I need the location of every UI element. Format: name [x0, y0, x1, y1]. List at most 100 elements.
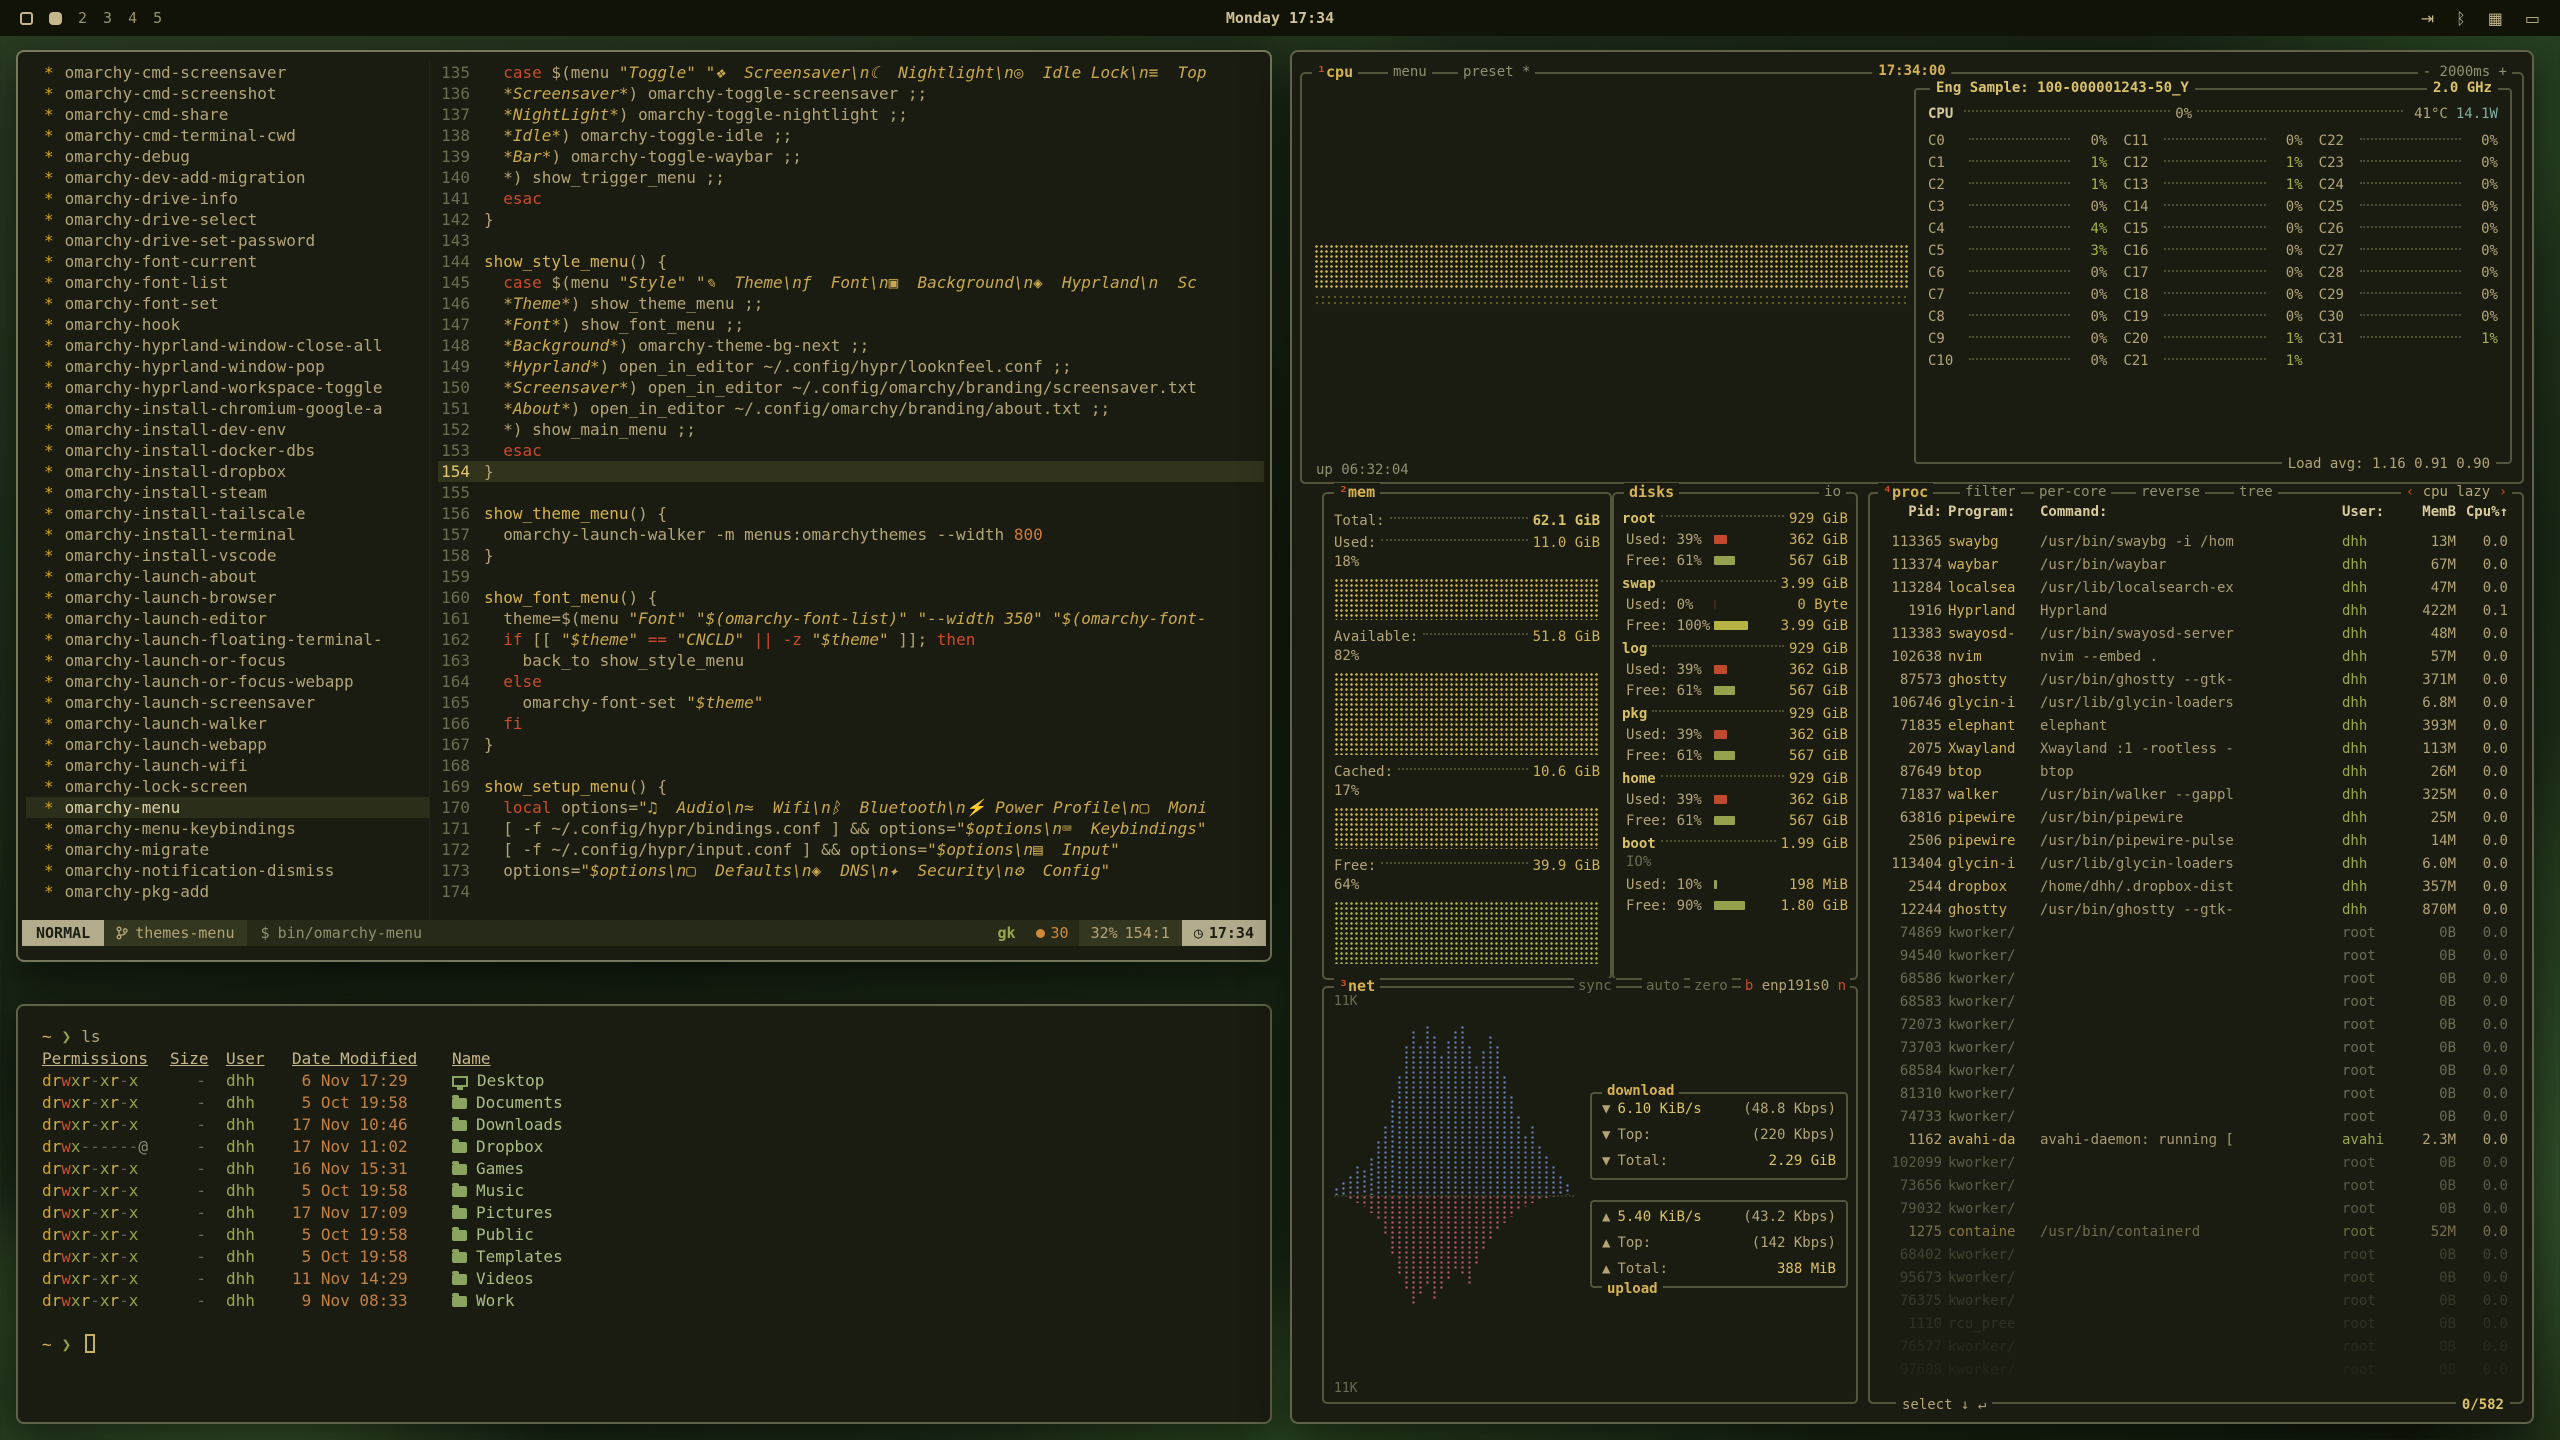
tree-item[interactable]: *omarchy-notification-dismiss — [26, 860, 429, 881]
bluetooth-icon[interactable]: ᛒ — [2456, 9, 2466, 28]
tree-item[interactable]: *omarchy-install-terminal — [26, 524, 429, 545]
tree-item[interactable]: *omarchy-install-dev-env — [26, 419, 429, 440]
terminal-window[interactable]: ~❯ls PermissionsSizeUserDate ModifiedNam… — [16, 1004, 1272, 1424]
tree-item[interactable]: *omarchy-launch-wifi — [26, 755, 429, 776]
process-row[interactable]: 1162avahi-daavahi-daemon: running [avahi… — [1880, 1128, 2508, 1151]
tree-item[interactable]: *omarchy-install-vscode — [26, 545, 429, 566]
tree-item[interactable]: *omarchy-migrate — [26, 839, 429, 860]
process-row[interactable]: 94540kworker/root0B0.0 — [1880, 944, 2508, 967]
process-row[interactable]: 76577kworker/root0B0.0 — [1880, 1335, 2508, 1358]
workspace-4[interactable]: 4 — [128, 9, 137, 27]
process-row[interactable]: 113383swayosd-/usr/bin/swayosd-serverdhh… — [1880, 622, 2508, 645]
process-row[interactable]: 2506pipewire/usr/bin/pipewire-pulsedhh14… — [1880, 829, 2508, 852]
process-row[interactable]: 113374waybar/usr/bin/waybardhh67M0.0 — [1880, 553, 2508, 576]
workspace-5[interactable]: 5 — [153, 9, 162, 27]
process-row[interactable]: 63816pipewire/usr/bin/pipewiredhh25M0.0 — [1880, 806, 2508, 829]
tree-item[interactable]: *omarchy-menu — [26, 797, 429, 818]
tree-item[interactable]: *omarchy-hyprland-window-close-all — [26, 335, 429, 356]
tree-item[interactable]: *omarchy-cmd-share — [26, 104, 429, 125]
prompt-line-empty[interactable]: ~❯ — [42, 1334, 1246, 1356]
tree-item[interactable]: *omarchy-font-set — [26, 293, 429, 314]
process-row[interactable]: 113284localsea/usr/lib/localsearch-exdhh… — [1880, 576, 2508, 599]
process-row[interactable]: 73703kworker/root0B0.0 — [1880, 1036, 2508, 1059]
tree-item[interactable]: *omarchy-drive-set-password — [26, 230, 429, 251]
proc-percore-button[interactable]: per-core — [2034, 484, 2111, 500]
tree-item[interactable]: *omarchy-lock-screen — [26, 776, 429, 797]
tree-item[interactable]: *omarchy-menu-keybindings — [26, 818, 429, 839]
tree-item[interactable]: *omarchy-install-tailscale — [26, 503, 429, 524]
process-row[interactable]: 76375kworker/root0B0.0 — [1880, 1289, 2508, 1312]
net-auto-toggle[interactable]: auto — [1642, 978, 1684, 994]
cast-icon[interactable]: ⇥ — [2421, 9, 2434, 28]
workspace-active-icon[interactable] — [49, 12, 62, 25]
tree-item[interactable]: *omarchy-hook — [26, 314, 429, 335]
tree-item[interactable]: *omarchy-launch-editor — [26, 608, 429, 629]
process-row[interactable]: 87573ghostty/usr/bin/ghostty --gtk-dhh37… — [1880, 668, 2508, 691]
process-row[interactable]: 87649btopbtopdhh26M0.0 — [1880, 760, 2508, 783]
io-toggle[interactable]: io — [1819, 484, 1846, 500]
process-row[interactable]: 102638nvimnvim --embed .dhh57M0.0 — [1880, 645, 2508, 668]
tree-item[interactable]: *omarchy-launch-screensaver — [26, 692, 429, 713]
proc-header-row[interactable]: Pid: Program: Command: User: MemB Cpu%↑ — [1880, 504, 2508, 520]
proc-select-hint[interactable]: select ↓ ↵ — [1896, 1397, 1992, 1413]
tree-item[interactable]: *omarchy-install-steam — [26, 482, 429, 503]
tree-item[interactable]: *omarchy-launch-walker — [26, 713, 429, 734]
process-row[interactable]: 68584kworker/root0B0.0 — [1880, 1059, 2508, 1082]
proc-sort-mode[interactable]: ‹ cpu lazy › — [2401, 484, 2512, 500]
tree-item[interactable]: *omarchy-drive-info — [26, 188, 429, 209]
tree-item[interactable]: *omarchy-launch-floating-terminal- — [26, 629, 429, 650]
tree-item[interactable]: *omarchy-cmd-terminal-cwd — [26, 125, 429, 146]
proc-tree-button[interactable]: tree — [2234, 484, 2278, 500]
tree-item[interactable]: *omarchy-launch-or-focus-webapp — [26, 671, 429, 692]
process-row[interactable]: 95673kworker/root0B0.0 — [1880, 1266, 2508, 1289]
workspace-3[interactable]: 3 — [103, 9, 112, 27]
proc-reverse-button[interactable]: reverse — [2136, 484, 2205, 500]
proc-filter-button[interactable]: filter — [1960, 484, 2021, 500]
stats-icon[interactable]: ▦ — [2488, 9, 2503, 28]
file-tree[interactable]: *omarchy-cmd-screensaver*omarchy-cmd-scr… — [26, 62, 430, 920]
tree-item[interactable]: *omarchy-hyprland-workspace-toggle — [26, 377, 429, 398]
cpu-menu-button[interactable]: menu — [1388, 64, 1432, 80]
process-row[interactable]: 71837walker/usr/bin/walker --gappldhh325… — [1880, 783, 2508, 806]
process-row[interactable]: 97608kworker/root0B0.0 — [1880, 1358, 2508, 1381]
process-row[interactable]: 113365swaybg/usr/bin/swaybg -i /homdhh13… — [1880, 530, 2508, 553]
battery-icon[interactable]: ▭ — [2525, 9, 2540, 28]
process-row[interactable]: 81310kworker/root0B0.0 — [1880, 1082, 2508, 1105]
net-zero-toggle[interactable]: zero — [1690, 978, 1732, 994]
process-row[interactable]: 2544dropbox/home/dhh/.dropbox-distdhh357… — [1880, 875, 2508, 898]
tree-item[interactable]: *omarchy-drive-select — [26, 209, 429, 230]
workspace-2[interactable]: 2 — [78, 9, 87, 27]
process-row[interactable]: 68402kworker/root0B0.0 — [1880, 1243, 2508, 1266]
tree-item[interactable]: *omarchy-pkg-add — [26, 881, 429, 902]
net-sync-toggle[interactable]: sync — [1574, 978, 1616, 994]
process-row[interactable]: 106746glycin-i/usr/lib/glycin-loadersdhh… — [1880, 691, 2508, 714]
process-row[interactable]: 72073kworker/root0B0.0 — [1880, 1013, 2508, 1036]
tree-item[interactable]: *omarchy-cmd-screenshot — [26, 83, 429, 104]
process-row[interactable]: 113404glycin-i/usr/lib/glycin-loadersdhh… — [1880, 852, 2508, 875]
process-row[interactable]: 1110rcu_preeroot0B0.0 — [1880, 1312, 2508, 1335]
tree-item[interactable]: *omarchy-launch-or-focus — [26, 650, 429, 671]
net-interface-selector[interactable]: b enp191s0 n — [1741, 978, 1850, 994]
process-row[interactable]: 2075XwaylandXwayland :1 -rootless -dhh11… — [1880, 737, 2508, 760]
process-row[interactable]: 71835elephantelephantdhh393M0.0 — [1880, 714, 2508, 737]
code-editor[interactable]: 135 case $(menu "Toggle" "❖ Screensaver\… — [438, 62, 1264, 920]
tree-item[interactable]: *omarchy-font-list — [26, 272, 429, 293]
process-row[interactable]: 68583kworker/root0B0.0 — [1880, 990, 2508, 1013]
tree-item[interactable]: *omarchy-install-chromium-google-a — [26, 398, 429, 419]
process-row[interactable]: 1275containe/usr/bin/containerdroot52M0.… — [1880, 1220, 2508, 1243]
process-row[interactable]: 74869kworker/root0B0.0 — [1880, 921, 2508, 944]
process-row[interactable]: 68586kworker/root0B0.0 — [1880, 967, 2508, 990]
tree-item[interactable]: *omarchy-hyprland-window-pop — [26, 356, 429, 377]
tree-item[interactable]: *omarchy-install-docker-dbs — [26, 440, 429, 461]
update-interval-control[interactable]: - 2000ms + — [2418, 64, 2512, 80]
tree-item[interactable]: *omarchy-launch-about — [26, 566, 429, 587]
tree-item[interactable]: *omarchy-font-current — [26, 251, 429, 272]
process-row[interactable]: 1916HyprlandHyprlanddhh422M0.1 — [1880, 599, 2508, 622]
tree-item[interactable]: *omarchy-install-dropbox — [26, 461, 429, 482]
tree-item[interactable]: *omarchy-debug — [26, 146, 429, 167]
tree-item[interactable]: *omarchy-dev-add-migration — [26, 167, 429, 188]
process-row[interactable]: 102099kworker/root0B0.0 — [1880, 1151, 2508, 1174]
tree-item[interactable]: *omarchy-launch-browser — [26, 587, 429, 608]
process-row[interactable]: 74733kworker/root0B0.0 — [1880, 1105, 2508, 1128]
workspace-icon[interactable] — [20, 12, 33, 25]
